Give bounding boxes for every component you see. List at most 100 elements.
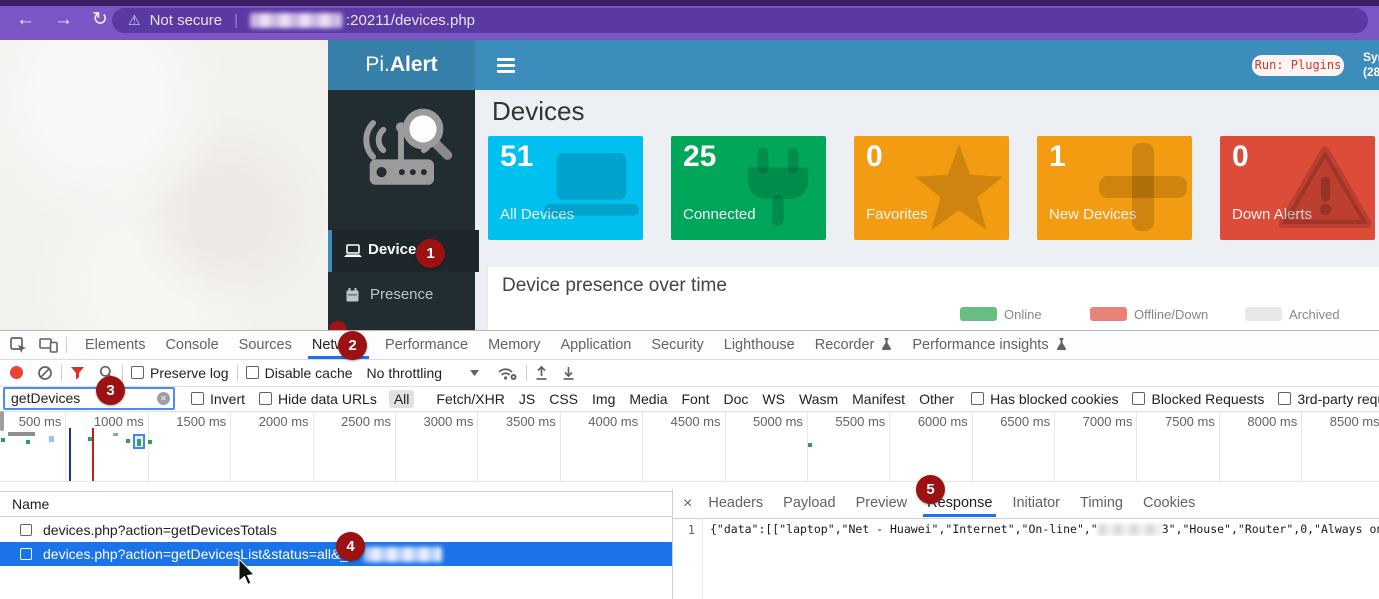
url-text: :20211/devices.php	[346, 12, 475, 29]
line-number-gutter: 1	[673, 518, 703, 599]
waterfall-dot	[126, 439, 130, 443]
stat-card-connected[interactable]: 25 Connected	[671, 136, 826, 240]
filter-type-fetch-xhr[interactable]: Fetch/XHR	[436, 391, 504, 407]
stat-value: 0	[1232, 140, 1249, 174]
back-icon[interactable]: ←	[16, 0, 35, 40]
devtools-panel: Elements Console Sources Network Perform…	[0, 330, 1379, 599]
legend-label-offline[interactable]: Offline/Down	[1134, 307, 1208, 322]
third-party-requests-checkbox[interactable]	[1278, 392, 1291, 405]
page-title: Devices	[492, 96, 584, 127]
filter-type-wasm[interactable]: Wasm	[799, 391, 838, 407]
annotation-badge-3: 3	[96, 376, 125, 405]
chevron-down-icon[interactable]	[470, 370, 479, 376]
devtools-tab-bar: Elements Console Sources Network Perform…	[0, 331, 1379, 360]
laptop-icon	[544, 142, 639, 234]
request-details-pane: × Headers Payload Preview Response Initi…	[672, 489, 1379, 599]
clear-filter-icon[interactable]: ✕	[157, 392, 170, 405]
tab-lighthouse[interactable]: Lighthouse	[716, 332, 803, 359]
plus-icon	[1098, 142, 1188, 232]
import-har-icon[interactable]	[535, 365, 548, 381]
stat-value: 1	[1049, 140, 1066, 174]
filter-type-all[interactable]: All	[389, 390, 415, 408]
has-blocked-cookies-label: Has blocked cookies	[990, 391, 1118, 407]
tab-recorder[interactable]: Recorder	[807, 332, 901, 359]
legend-label-online[interactable]: Online	[1004, 307, 1042, 322]
not-secure-warning-icon[interactable]: ⚠	[128, 12, 141, 29]
filter-type-ws[interactable]: WS	[762, 391, 785, 407]
invert-label: Invert	[210, 391, 245, 407]
legend-swatch-archived[interactable]	[1245, 307, 1282, 321]
redacted-query-value	[364, 547, 442, 562]
tab-application[interactable]: Application	[552, 332, 639, 359]
preserve-log-checkbox[interactable]	[131, 366, 144, 379]
address-bar[interactable]: ⚠ Not secure | :20211/devices.php	[112, 8, 1368, 33]
network-conditions-icon[interactable]	[497, 365, 518, 381]
clear-icon[interactable]	[37, 365, 53, 381]
filter-type-font[interactable]: Font	[682, 391, 710, 407]
legend-label-archived[interactable]: Archived	[1289, 307, 1340, 322]
tab-payload[interactable]: Payload	[775, 490, 843, 517]
sidebar-item-devices[interactable]: Devices	[328, 230, 479, 272]
tab-preview[interactable]: Preview	[848, 490, 916, 517]
request-checkbox[interactable]	[20, 548, 32, 560]
record-button[interactable]	[10, 366, 23, 379]
reload-icon[interactable]: ↻	[92, 0, 108, 40]
filter-type-css[interactable]: CSS	[549, 391, 578, 407]
redacted-host	[250, 13, 342, 28]
blocked-requests-checkbox[interactable]	[1132, 392, 1145, 405]
overview-scroll-thumb[interactable]	[0, 411, 4, 431]
has-blocked-cookies-checkbox[interactable]	[971, 392, 984, 405]
app-logo[interactable]: Pi.Alert	[328, 40, 475, 90]
tab-initiator[interactable]: Initiator	[1004, 490, 1068, 517]
stat-card-favorites[interactable]: 0 Favorites	[854, 136, 1009, 240]
tab-memory[interactable]: Memory	[480, 332, 548, 359]
annotation-badge-4: 4	[336, 532, 365, 561]
legend-swatch-offline[interactable]	[1090, 307, 1127, 321]
waterfall-bar	[8, 432, 35, 436]
stat-card-down-alerts[interactable]: 0 Down Alerts	[1220, 136, 1375, 240]
disable-cache-checkbox[interactable]	[246, 366, 259, 379]
close-icon[interactable]: ×	[683, 495, 692, 513]
filter-type-img[interactable]: Img	[592, 391, 615, 407]
device-toolbar-icon[interactable]	[39, 337, 58, 353]
tab-elements[interactable]: Elements	[77, 332, 153, 359]
filter-type-media[interactable]: Media	[629, 391, 667, 407]
requests-name-header[interactable]: Name	[0, 491, 672, 517]
stat-card-new-devices[interactable]: 1 New Devices	[1037, 136, 1192, 240]
tab-sources[interactable]: Sources	[231, 332, 300, 359]
filter-type-js[interactable]: JS	[519, 391, 535, 407]
filter-type-manifest[interactable]: Manifest	[852, 391, 905, 407]
not-secure-label: Not secure	[150, 12, 223, 29]
request-row-getdevicestotals[interactable]: devices.php?action=getDevicesTotals	[0, 518, 672, 543]
filter-icon[interactable]	[70, 366, 85, 380]
run-plugins-button[interactable]: Run: Plugins	[1252, 55, 1344, 76]
inspect-icon[interactable]	[10, 337, 27, 354]
tab-headers[interactable]: Headers	[700, 490, 771, 517]
filter-input[interactable]: getDevices ✕	[3, 387, 175, 410]
tab-timing[interactable]: Timing	[1072, 490, 1131, 517]
request-checkbox[interactable]	[20, 524, 32, 536]
request-name: devices.php?action=getDevicesTotals	[43, 522, 277, 538]
hide-data-urls-checkbox[interactable]	[259, 392, 272, 405]
legend-swatch-online[interactable]	[960, 307, 997, 321]
export-har-icon[interactable]	[562, 365, 575, 381]
filter-type-doc[interactable]: Doc	[724, 391, 749, 407]
tab-security[interactable]: Security	[643, 332, 711, 359]
annotation-badge-2: 2	[338, 331, 367, 360]
stat-card-all-devices[interactable]: 51 All Devices	[488, 136, 643, 240]
throttling-select[interactable]: No throttling	[367, 365, 442, 381]
tab-performance-insights[interactable]: Performance insights	[904, 332, 1074, 359]
request-name: devices.php?action=getDevicesList&status…	[43, 546, 356, 562]
forward-icon[interactable]: →	[54, 0, 73, 40]
sidebar-item-presence[interactable]: Presence	[328, 276, 475, 316]
waterfall-dot	[808, 443, 812, 447]
invert-checkbox[interactable]	[191, 392, 204, 405]
tab-cookies[interactable]: Cookies	[1135, 490, 1203, 517]
tab-performance[interactable]: Performance	[377, 332, 476, 359]
filter-type-other[interactable]: Other	[919, 391, 954, 407]
load-event-marker	[92, 428, 94, 481]
tab-console[interactable]: Console	[157, 332, 226, 359]
waterfall-tick	[49, 436, 54, 442]
network-overview-timeline[interactable]: 500 ms 1000 ms 1500 ms 2000 ms 2500 ms 3…	[0, 411, 1379, 482]
flask-icon	[881, 337, 892, 351]
